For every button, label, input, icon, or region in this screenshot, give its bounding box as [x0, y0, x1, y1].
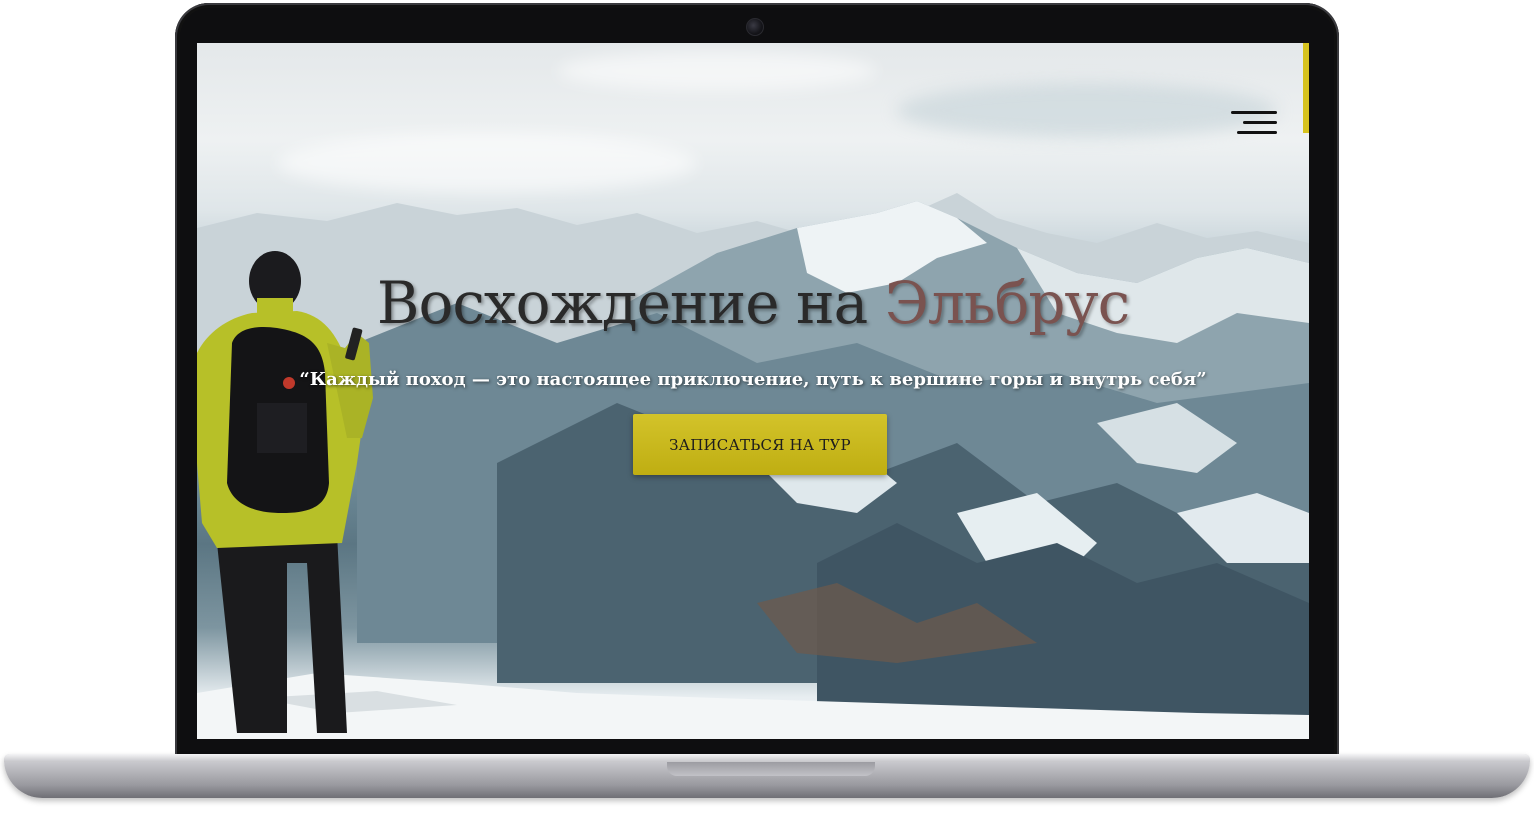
laptop-notch [667, 762, 875, 776]
hamburger-menu-icon[interactable] [1231, 109, 1279, 137]
menu-line [1243, 121, 1277, 124]
hero-quote: “Каждый поход — это настоящее приключени… [299, 369, 1207, 390]
scrollbar-indicator[interactable] [1303, 43, 1309, 133]
website-screen: Восхождение на Эльбрус “Каждый поход — э… [197, 43, 1309, 739]
hero-title-main: Восхождение на [376, 269, 885, 337]
menu-line [1237, 131, 1277, 134]
laptop-mockup: Восхождение на Эльбрус “Каждый поход — э… [0, 0, 1534, 818]
webcam [746, 18, 764, 36]
signup-tour-button[interactable]: ЗАПИСАТЬСЯ НА ТУР [633, 414, 887, 475]
hero-title: Восхождение на Эльбрус [197, 269, 1309, 337]
mountain-landscape [197, 193, 1309, 739]
menu-line [1231, 111, 1277, 114]
hero-title-accent: Эльбрус [884, 269, 1130, 337]
laptop-base-lip [4, 754, 1530, 762]
